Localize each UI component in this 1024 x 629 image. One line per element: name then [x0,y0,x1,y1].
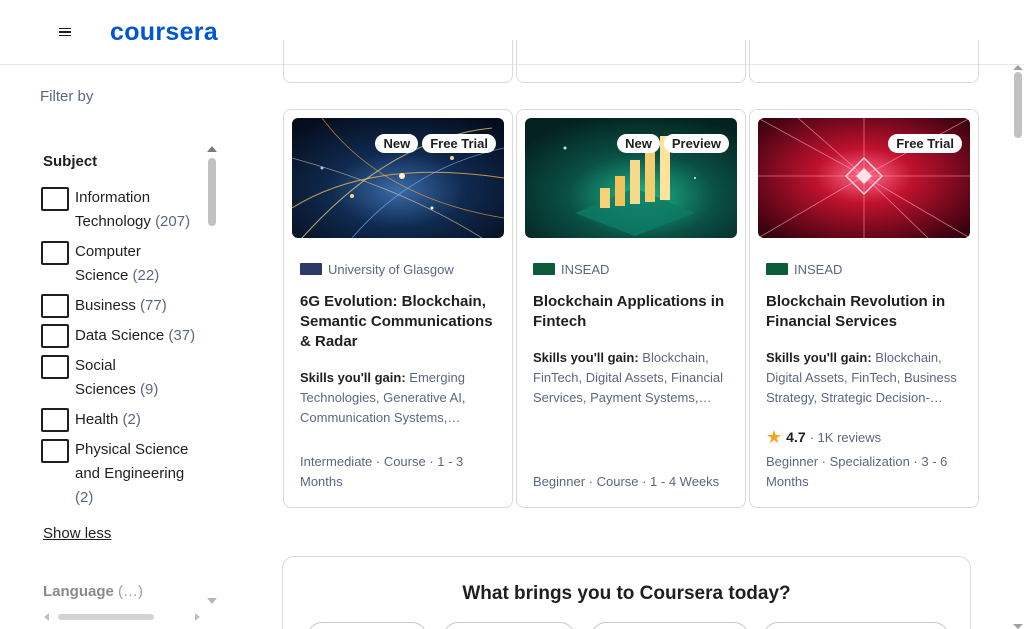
partner-name: University of Glasgow [328,261,454,277]
language-label: Language [43,583,114,600]
skills-label: Skills you'll gain: [766,350,872,365]
scroll-thumb[interactable] [208,158,216,226]
filter-by-heading: Filter by [40,88,94,105]
checkbox[interactable] [41,408,69,432]
scroll-left-icon[interactable] [44,613,49,621]
skills-label: Skills you'll gain: [533,350,639,365]
scroll-thumb[interactable] [1014,72,1022,138]
skills-label: Skills you'll gain: [300,370,406,385]
goal-option[interactable] [443,622,575,629]
course-title[interactable]: 6G Evolution: Blockchain, Semantic Commu… [300,292,500,352]
subject-label: Information Technology [75,189,151,230]
sidebar-scrollbar[interactable] [206,146,218,604]
goal-option[interactable] [763,622,949,629]
subject-filter-title: Subject [43,153,98,170]
section-title: What brings you to Coursera today? [462,583,791,604]
checkbox[interactable] [41,324,69,348]
menu-button[interactable] [47,12,83,52]
course-image: Free Trial [758,118,970,238]
partner-logo [300,263,322,275]
badge-free-trial: Free Trial [422,134,496,153]
skills: Skills you'll gain: Blockchain, FinTech,… [533,348,733,408]
scroll-down-icon[interactable] [1013,624,1023,629]
previous-row-cards [283,40,979,83]
course-image: New Preview [525,118,737,238]
partner-info: INSEAD [766,260,842,278]
rating-value: 4.7 [786,429,806,445]
course-card-6g-evolution[interactable]: New Free Trial University of Glasgow 6G … [283,109,513,508]
course-title[interactable]: Blockchain Applications in Fintech [533,292,733,332]
checkbox[interactable] [41,439,69,463]
course-meta: Intermediate · Course · 1 - 3 Months [300,454,464,489]
checkbox[interactable] [41,241,69,265]
checkbox[interactable] [41,187,69,211]
scroll-up-icon[interactable] [1013,65,1023,70]
badge-free-trial: Free Trial [888,134,962,153]
subject-count: (77) [140,297,167,314]
review-count: · 1K reviews [809,429,882,445]
scroll-down-icon[interactable] [207,598,217,604]
page-scrollbar[interactable] [1012,65,1024,629]
goal-option[interactable] [307,622,427,629]
badge-new: New [617,134,660,153]
badge-new: New [375,134,419,153]
subject-count: (9) [140,381,159,398]
sidebar-horizontal-scrollbar[interactable] [44,612,200,622]
card-bottom-edge[interactable] [749,40,979,83]
subject-count: (22) [132,267,160,284]
subject-count: (2) [75,489,94,506]
rating: ★ 4.7 · 1K reviews [766,428,881,446]
hamburger-menu-icon [59,26,71,39]
course-meta: Beginner · Specialization · 3 - 6 Months [766,454,948,489]
checkbox[interactable] [41,355,69,379]
subject-label: Social Sciences [75,357,136,398]
coursera-logo[interactable]: coursera [85,6,243,58]
scroll-up-icon[interactable] [207,146,217,152]
goal-option[interactable] [591,622,749,629]
what-brings-you-section: What brings you to Coursera today? [282,556,971,629]
subject-label: Computer Science [75,243,141,284]
subject-label: Data Science [75,327,165,344]
course-meta: Beginner · Course · 1 - 4 Weeks [533,474,720,489]
subject-label: Business [75,297,136,314]
card-bottom-edge[interactable] [516,40,746,83]
star-icon: ★ [766,427,783,447]
subject-label: Health [75,411,119,428]
course-card-blockchain-fintech[interactable]: New Preview INSEAD Blockchain Applicatio… [516,109,746,508]
scroll-right-icon[interactable] [195,613,200,621]
subject-count: (2) [122,411,141,428]
card-badges: New Preview [617,134,729,153]
subject-label: Physical Science and Engineering [75,441,189,482]
badge-preview: Preview [663,134,729,153]
skills: Skills you'll gain: Emerging Technologie… [300,368,500,428]
partner-info: INSEAD [533,260,609,278]
partner-logo [533,263,555,275]
partner-info: University of Glasgow [300,260,454,278]
partner-logo [766,263,788,275]
partner-name: INSEAD [561,261,610,277]
skills: Skills you'll gain: Blockchain, Digital … [766,348,966,408]
language-count[interactable]: (…) [118,583,143,600]
card-bottom-edge[interactable] [283,40,513,83]
checkbox[interactable] [41,294,69,318]
card-badges: Free Trial [888,134,962,153]
logo-text: coursera [109,17,218,46]
show-less-link[interactable]: Show less [43,525,111,542]
course-image: New Free Trial [292,118,504,238]
scroll-thumb[interactable] [58,614,154,620]
course-card-blockchain-revolution[interactable]: Free Trial INSEAD Blockchain Revolution … [749,109,979,508]
subject-count: (207) [155,213,191,230]
subject-count: (37) [168,327,196,344]
partner-name: INSEAD [794,261,843,277]
language-filter-title: Language (…) [43,583,143,600]
card-badges: New Free Trial [375,134,496,153]
course-title[interactable]: Blockchain Revolution in Financial Servi… [766,292,966,332]
